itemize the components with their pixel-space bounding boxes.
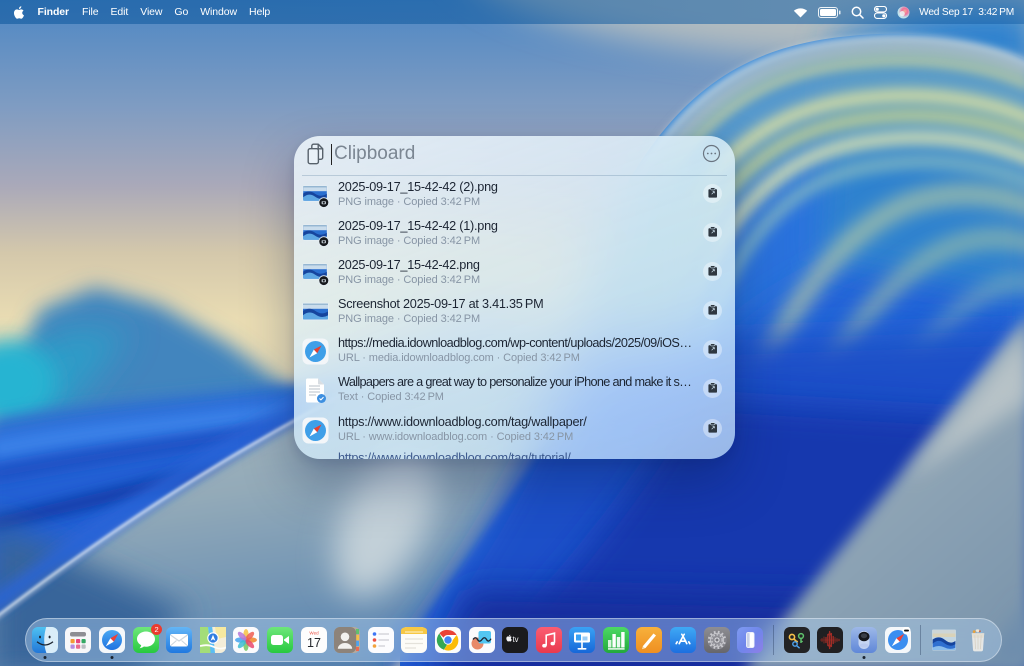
svg-text:Wed: Wed xyxy=(309,631,319,636)
svg-text:tv: tv xyxy=(513,635,519,644)
svg-text:17: 17 xyxy=(307,636,321,650)
